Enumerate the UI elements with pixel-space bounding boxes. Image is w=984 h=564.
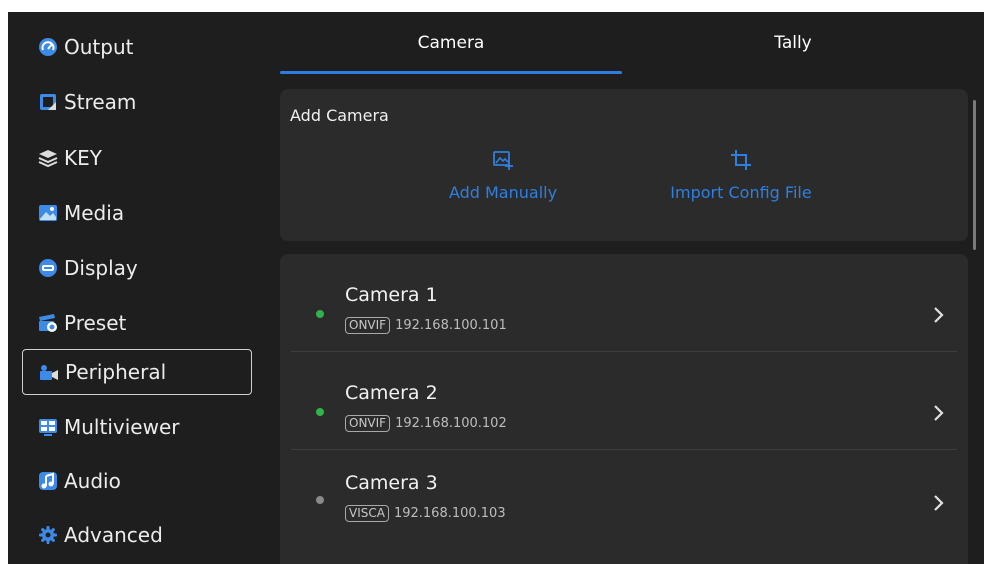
- sidebar-item-label: Peripheral: [65, 360, 167, 384]
- camera-name: Camera 3: [345, 472, 438, 494]
- crop-icon: [731, 150, 751, 170]
- sidebar-item-label: Display: [64, 256, 138, 280]
- multiviewer-icon: [39, 419, 57, 436]
- preset-icon: [39, 314, 57, 332]
- audio-note-icon: [39, 472, 57, 490]
- camera-name: Camera 2: [345, 382, 438, 404]
- add-camera-card: Add Camera Add Manually Import Config Fi…: [280, 89, 968, 241]
- sidebar-item-display[interactable]: Display: [22, 245, 252, 291]
- chevron-right-icon: [934, 495, 944, 511]
- sidebar-item-output[interactable]: Output: [22, 24, 252, 70]
- tab-bar: Camera Tally: [280, 12, 970, 74]
- camera-details: ONVIF 192.168.100.101: [345, 317, 507, 334]
- chevron-right-icon: [934, 307, 944, 323]
- camera-row[interactable]: Camera 3 VISCA 192.168.100.103: [291, 450, 957, 548]
- sidebar-item-label: Preset: [64, 311, 127, 335]
- image-icon: [39, 205, 57, 221]
- protocol-badge: VISCA: [345, 505, 389, 522]
- camera-details: VISCA 192.168.100.103: [345, 505, 506, 522]
- sidebar-item-preset[interactable]: Preset: [22, 300, 252, 346]
- add-manually-button[interactable]: Add Manually: [428, 149, 578, 202]
- app-window: Output Stream KEY Media Display Preset P…: [8, 12, 984, 564]
- camera-row[interactable]: Camera 1 ONVIF 192.168.100.101: [291, 254, 957, 352]
- sidebar-item-label: KEY: [64, 146, 102, 170]
- tab-tally[interactable]: Tally: [622, 12, 964, 74]
- chevron-right-icon: [934, 405, 944, 421]
- sidebar-item-label: Multiviewer: [64, 415, 180, 439]
- stream-icon: [40, 94, 56, 110]
- camera-ip: 192.168.100.102: [395, 416, 507, 431]
- sidebar-item-stream[interactable]: Stream: [22, 79, 252, 125]
- active-tab-indicator: [280, 71, 622, 74]
- camera-row[interactable]: Camera 2 ONVIF 192.168.100.102: [291, 352, 957, 450]
- sidebar-item-label: Stream: [64, 90, 137, 114]
- display-icon: [39, 259, 57, 277]
- tab-label: Camera: [417, 33, 485, 53]
- camera-list: Camera 1 ONVIF 192.168.100.101 Camera 2 …: [280, 254, 968, 564]
- camera-peripheral-icon: [40, 365, 58, 380]
- import-config-file-button[interactable]: Import Config File: [646, 149, 836, 202]
- sidebar-item-advanced[interactable]: Advanced: [22, 512, 252, 558]
- sidebar-item-label: Advanced: [64, 523, 163, 547]
- sidebar-item-peripheral[interactable]: Peripheral: [22, 349, 252, 395]
- advanced-gear-icon: [39, 526, 57, 544]
- camera-ip: 192.168.100.101: [395, 318, 507, 333]
- sidebar-item-label: Output: [64, 35, 134, 59]
- scrollbar[interactable]: [973, 100, 976, 250]
- add-manually-label: Add Manually: [448, 183, 558, 202]
- sidebar: Output Stream KEY Media Display Preset P…: [8, 12, 264, 564]
- sidebar-item-label: Audio: [64, 469, 121, 493]
- import-config-file-label: Import Config File: [670, 183, 812, 202]
- output-gauge-icon: [39, 38, 57, 56]
- sidebar-item-key[interactable]: KEY: [22, 135, 252, 181]
- tab-label: Tally: [774, 33, 812, 53]
- sidebar-item-multiviewer[interactable]: Multiviewer: [22, 404, 252, 450]
- camera-details: ONVIF 192.168.100.102: [345, 415, 507, 432]
- sidebar-item-audio[interactable]: Audio: [22, 458, 252, 504]
- status-offline-dot: [316, 496, 324, 504]
- protocol-badge: ONVIF: [345, 415, 391, 432]
- tab-camera[interactable]: Camera: [280, 12, 622, 74]
- camera-name: Camera 1: [345, 284, 438, 306]
- sidebar-item-media[interactable]: Media: [22, 190, 252, 236]
- layers-icon: [38, 150, 58, 168]
- add-image-icon: [493, 151, 513, 170]
- status-online-dot: [316, 408, 324, 416]
- status-online-dot: [316, 310, 324, 318]
- sidebar-item-label: Media: [64, 201, 125, 225]
- camera-ip: 192.168.100.103: [393, 506, 506, 521]
- add-camera-title: Add Camera: [290, 106, 389, 125]
- protocol-badge: ONVIF: [345, 317, 391, 334]
